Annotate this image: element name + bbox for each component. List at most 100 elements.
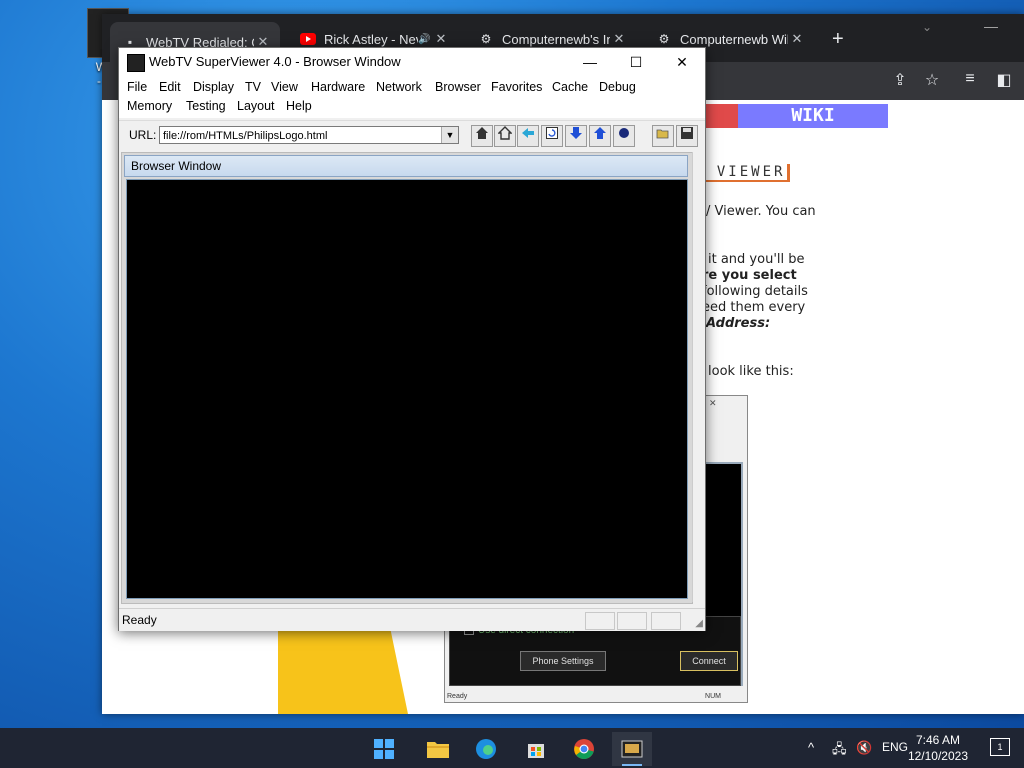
screenshot-status: Ready <box>447 693 468 700</box>
scroll-up-icon[interactable] <box>589 125 611 147</box>
open-folder-icon[interactable] <box>652 125 674 147</box>
bookmark-star-icon[interactable]: ☆ <box>922 70 942 90</box>
menu-help[interactable]: Help <box>286 99 312 113</box>
mdi-client-area: Browser Window <box>121 152 693 604</box>
close-button[interactable]: ✕ <box>659 48 705 76</box>
wiki-text-line: Address: <box>706 316 771 331</box>
media-queue-icon[interactable]: ≡ <box>960 70 980 90</box>
minimize-button[interactable]: — <box>567 48 613 76</box>
chrome-icon <box>574 739 594 760</box>
microsoft-store-button[interactable] <box>516 732 556 766</box>
language-indicator[interactable]: ENG <box>882 740 908 754</box>
menu-layout[interactable]: Layout <box>237 99 275 113</box>
url-dropdown-icon[interactable]: ▼ <box>441 127 458 143</box>
edge-icon <box>476 739 496 759</box>
menu-memory[interactable]: Memory <box>127 99 172 113</box>
start-button[interactable] <box>364 732 404 766</box>
menu-favorites[interactable]: Favorites <box>491 80 542 94</box>
minimize-icon[interactable]: — <box>984 18 998 34</box>
tab-search-chevron-icon[interactable]: ⌄ <box>922 20 932 34</box>
screenshot-phone-settings-button: Phone Settings <box>520 651 606 671</box>
tab-close-icon[interactable]: ✕ <box>788 31 806 47</box>
edge-browser-button[interactable] <box>466 732 506 766</box>
tab-close-icon[interactable]: ✕ <box>432 31 450 47</box>
webtv-app-icon <box>621 740 643 758</box>
wiki-text-line: following details <box>702 284 808 299</box>
side-panel-icon[interactable]: ◧ <box>994 70 1014 90</box>
taskbar: ^ 🖧 🔇 ENG 7:46 AM 12/10/2023 1 <box>0 728 1024 768</box>
superviewer-taskbar-button[interactable] <box>612 732 652 766</box>
speaker-icon[interactable]: 🔊 <box>418 34 432 45</box>
save-icon[interactable] <box>676 125 698 147</box>
store-bag-icon <box>528 744 544 758</box>
menu-testing[interactable]: Testing <box>186 99 226 113</box>
wiki-text-line: look like this: <box>708 364 794 379</box>
chrome-taskbar-button[interactable] <box>564 732 604 766</box>
menu-browser[interactable]: Browser <box>435 80 481 94</box>
network-icon[interactable]: 🖧 <box>832 740 847 762</box>
computernewb-favicon-icon: ⚙ <box>658 32 670 46</box>
show-hidden-icons-chevron-icon[interactable]: ^ <box>808 740 814 755</box>
menu-cache[interactable]: Cache <box>552 80 588 94</box>
share-icon[interactable]: ⇪ <box>890 70 910 90</box>
home-tv-icon[interactable] <box>471 125 493 147</box>
menu-view[interactable]: View <box>271 80 298 94</box>
wiki-section-heading: E VIEWER <box>694 164 791 182</box>
status-bar: Ready ◢ <box>119 608 705 631</box>
system-tray: ^ 🖧 🔇 ENG 7:46 AM 12/10/2023 1 <box>794 728 1024 768</box>
file-explorer-button[interactable] <box>418 732 458 766</box>
clock[interactable]: 7:46 AM 12/10/2023 <box>908 732 968 764</box>
menu-network[interactable]: Network <box>376 80 422 94</box>
url-input[interactable]: file://rom/HTMLs/PhilipsLogo.html <box>159 126 459 144</box>
wiki-banner: WIKI <box>702 104 888 128</box>
wiki-banner-text: WIKI <box>738 104 888 128</box>
resize-grip-icon[interactable]: ◢ <box>695 618 703 629</box>
power-icon[interactable] <box>613 125 635 147</box>
tab-title: Rick Astley - Nev <box>324 31 418 47</box>
status-text: Ready <box>122 613 157 627</box>
screenshot-connect-button: Connect <box>680 651 738 671</box>
back-icon[interactable] <box>517 125 539 147</box>
browser-window-title[interactable]: Browser Window <box>124 155 688 177</box>
wiki-text-line: it and you'll be <box>708 252 805 267</box>
youtube-favicon-icon <box>300 31 316 47</box>
scroll-down-icon[interactable] <box>565 125 587 147</box>
screenshot-close-icon: ✕ <box>709 398 717 408</box>
superviewer-window: WebTV SuperViewer 4.0 - Browser Window —… <box>118 47 706 631</box>
volume-muted-icon[interactable]: 🔇 <box>856 740 872 756</box>
clock-date: 12/10/2023 <box>907 749 968 763</box>
menu-tv[interactable]: TV <box>245 80 261 94</box>
wiki-text-line: eed them every <box>702 300 806 315</box>
superviewer-title-bar[interactable]: WebTV SuperViewer 4.0 - Browser Window —… <box>119 48 705 76</box>
status-panel <box>585 612 615 630</box>
menu-hardware[interactable]: Hardware <box>311 80 365 94</box>
new-tab-button[interactable]: + <box>832 28 844 51</box>
menu-file[interactable]: File <box>127 80 147 94</box>
wiki-text-line: re you select <box>702 268 797 283</box>
tab-title: Computernewb's Int <box>502 31 610 47</box>
browser-window-viewport[interactable] <box>126 179 688 599</box>
status-panel <box>651 612 681 630</box>
maximize-button[interactable]: ☐ <box>613 48 659 76</box>
menu-edit[interactable]: Edit <box>159 80 181 94</box>
screenshot-num-indicator: NUM <box>705 693 721 700</box>
url-label: URL: <box>129 128 157 142</box>
home-icon[interactable] <box>494 125 516 147</box>
tab-close-icon[interactable]: ✕ <box>610 31 628 47</box>
menu-display[interactable]: Display <box>193 80 234 94</box>
clock-time: 7:46 AM <box>915 733 960 747</box>
computernewb-favicon-icon: ⚙ <box>480 32 492 46</box>
windows-logo-icon <box>374 739 394 759</box>
mdi-edge <box>692 152 703 602</box>
notification-center-icon[interactable]: 1 <box>990 738 1010 756</box>
url-toolbar: URL: file://rom/HTMLs/PhilipsLogo.html ▼ <box>119 120 705 151</box>
status-panel <box>617 612 647 630</box>
wiki-text-line: / Viewer. You can <box>706 204 816 219</box>
window-title: WebTV SuperViewer 4.0 - Browser Window <box>149 54 401 69</box>
folder-icon <box>427 742 449 758</box>
menu-bar: File Edit Display TV View Hardware Netwo… <box>119 76 705 118</box>
menu-debug[interactable]: Debug <box>599 80 636 94</box>
wiki-yellow-graphic <box>278 620 408 714</box>
notification-count: 1 <box>997 742 1003 752</box>
reload-icon[interactable] <box>541 125 563 147</box>
